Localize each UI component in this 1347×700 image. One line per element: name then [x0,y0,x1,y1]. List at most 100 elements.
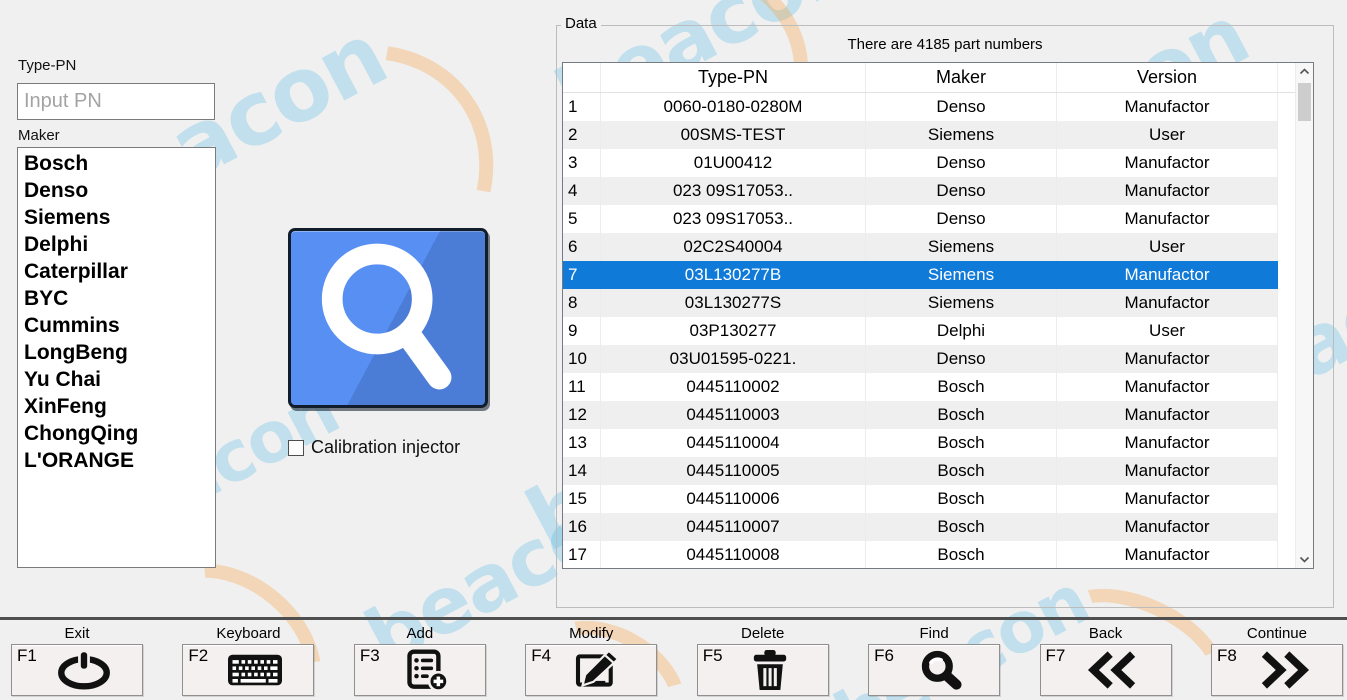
table-row[interactable]: 160445110007BoschManufactor [563,513,1295,541]
maker-item[interactable]: Siemens [24,204,209,231]
table-cell: 2 [563,121,601,149]
toolbar-label-delete: Delete [741,622,784,644]
table-row[interactable]: 110445110002BoschManufactor [563,373,1295,401]
table-cell: 0445110006 [601,485,866,513]
table-row[interactable]: 10060-0180-0280MDensoManufactor [563,93,1295,121]
table-row[interactable]: 4023 09S17053..DensoManufactor [563,177,1295,205]
continue-button[interactable]: F8 [1211,644,1343,696]
table-row[interactable]: 301U00412DensoManufactor [563,149,1295,177]
table-cell: 14 [563,457,601,485]
back-button[interactable]: F7 [1040,644,1172,696]
table-row[interactable]: 703L130277BSiemensManufactor [563,261,1295,289]
table-cell: User [1057,317,1278,345]
maker-item[interactable]: ChongQing [24,420,209,447]
table-row[interactable]: 120445110003BoschManufactor [563,401,1295,429]
table-cell: 03L130277B [601,261,866,289]
toolbar-group-continue: ContinueF8 [1211,622,1343,700]
checkbox-box-icon[interactable] [288,440,304,456]
table-cell-filler [1278,149,1295,177]
table-cell: Bosch [866,541,1057,568]
table-row[interactable]: 130445110004BoschManufactor [563,429,1295,457]
table-cell-filler [1278,63,1295,92]
table-cell-filler [1278,93,1295,121]
table-row[interactable]: 803L130277SSiemensManufactor [563,289,1295,317]
maker-item[interactable]: L'ORANGE [24,447,209,474]
maker-item[interactable]: Delphi [24,231,209,258]
scrollbar-thumb[interactable] [1298,83,1311,121]
vertical-scrollbar[interactable] [1295,63,1313,568]
table-row[interactable]: 1003U01595-0221.DensoManufactor [563,345,1295,373]
maker-item[interactable]: Yu Chai [24,366,209,393]
table-cell: 10 [563,345,601,373]
table-row[interactable]: 170445110008BoschManufactor [563,541,1295,568]
add-button[interactable]: F3 [354,644,486,696]
table-cell: Manufactor [1057,177,1278,205]
search-button[interactable] [288,228,488,408]
table-cell: 0445110005 [601,457,866,485]
calibration-injector-checkbox[interactable]: Calibration injector [288,437,460,458]
fkey-label: F3 [360,646,380,666]
toolbar-group-keyboard: KeyboardF2 [182,622,314,700]
maker-item[interactable]: Caterpillar [24,258,209,285]
table-cell: 0445110004 [601,429,866,457]
table-cell-filler [1278,289,1295,317]
toolbar-label-add: Add [406,622,433,644]
fkey-label: F2 [188,646,208,666]
function-key-toolbar: Exit F1 KeyboardF2 Add F3 ModifyF4 DeleteF5 Fin… [0,622,1347,700]
chevron-down-icon[interactable] [1296,551,1313,568]
table-cell: Bosch [866,485,1057,513]
fkey-label: F1 [17,646,37,666]
table-cell: Siemens [866,289,1057,317]
table-cell: 0445110003 [601,401,866,429]
chevron-up-icon[interactable] [1296,63,1313,80]
table-cell: 6 [563,233,601,261]
table-cell: 0445110002 [601,373,866,401]
table-cell: Delphi [866,317,1057,345]
keyboard-button[interactable]: F2 [182,644,314,696]
table-cell: User [1057,233,1278,261]
table-cell: 7 [563,261,601,289]
table-row[interactable]: 200SMS-TESTSiemensUser [563,121,1295,149]
table-cell: 02C2S40004 [601,233,866,261]
maker-item[interactable]: BYC [24,285,209,312]
maker-item[interactable]: Denso [24,177,209,204]
find-icon [918,649,964,691]
maker-item[interactable]: XinFeng [24,393,209,420]
table-row[interactable]: 903P130277DelphiUser [563,317,1295,345]
delete-button[interactable]: F5 [697,644,829,696]
table-cell: Manufactor [1057,93,1278,121]
table-cell-filler [1278,541,1295,568]
table-cell-filler [1278,345,1295,373]
table-cell: 5 [563,205,601,233]
toolbar-label-back: Back [1089,622,1122,644]
toolbar-group-modify: ModifyF4 [525,622,657,700]
table-row[interactable]: 602C2S40004SiemensUser [563,233,1295,261]
maker-item[interactable]: LongBeng [24,339,209,366]
table-cell: 12 [563,401,601,429]
fkey-label: F6 [874,646,894,666]
table-cell: Denso [866,205,1057,233]
type-pn-label: Type-PN [18,57,76,74]
toolbar-group-exit: Exit F1 [11,622,143,700]
fkey-label: F8 [1217,646,1237,666]
table-cell-filler [1278,513,1295,541]
modify-button[interactable]: F4 [525,644,657,696]
table-cell: 0445110008 [601,541,866,568]
table-row[interactable]: 5023 09S17053..DensoManufactor [563,205,1295,233]
table-row[interactable]: 140445110005BoschManufactor [563,457,1295,485]
part-number-input[interactable] [17,83,215,120]
maker-item[interactable]: Cummins [24,312,209,339]
maker-list[interactable]: BoschDensoSiemensDelphiCaterpillarBYCCum… [17,147,216,568]
table-cell: Denso [866,149,1057,177]
table-row[interactable]: 150445110006BoschManufactor [563,485,1295,513]
table-cell: Manufactor [1057,457,1278,485]
find-button[interactable]: F6 [868,644,1000,696]
maker-item[interactable]: Bosch [24,150,209,177]
toolbar-label-exit: Exit [64,622,89,644]
table-cell: 023 09S17053.. [601,177,866,205]
table-cell: Manufactor [1057,485,1278,513]
toolbar-label-find: Find [920,622,949,644]
table-cell: Manufactor [1057,541,1278,568]
table-cell: Bosch [866,457,1057,485]
exit-button[interactable]: F1 [11,644,143,696]
